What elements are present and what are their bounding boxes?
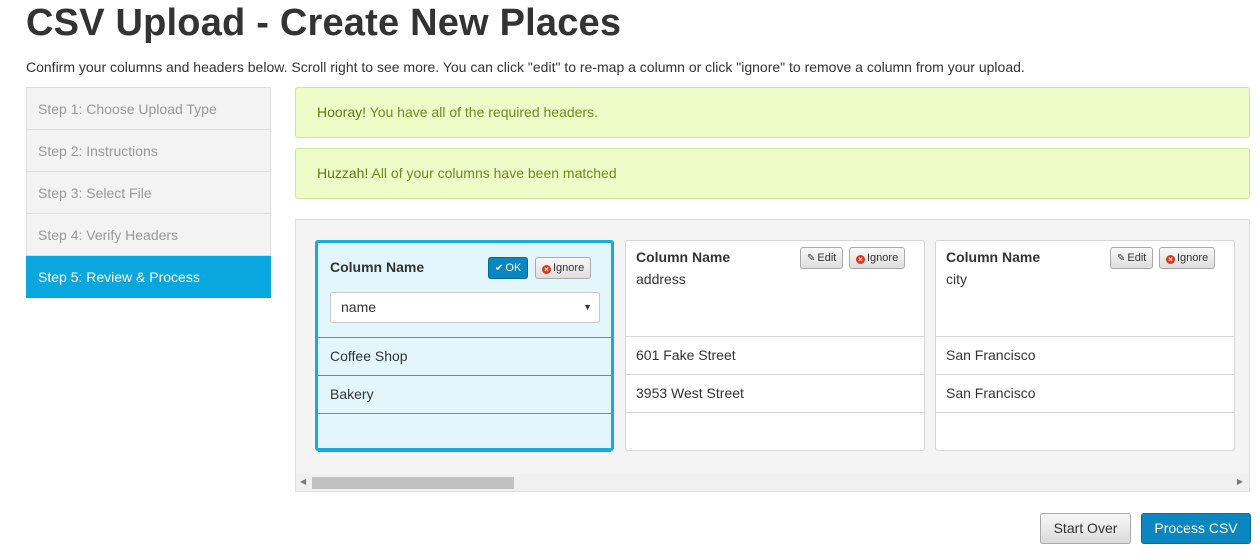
start-over-button[interactable]: Start Over — [1040, 513, 1131, 544]
check-icon: ✔ — [495, 263, 504, 274]
pencil-icon: ✎ — [1117, 253, 1126, 264]
column-title: Column Name — [636, 249, 731, 265]
ignore-label: Ignore — [867, 252, 899, 264]
edit-label: Edit — [817, 252, 837, 264]
column-title: Column Name — [946, 249, 1041, 265]
sidebar-step-4[interactable]: Step 4: Verify Headers — [26, 214, 271, 256]
select-value: name — [341, 299, 377, 315]
sidebar-step-5[interactable]: Step 5: Review & Process — [26, 256, 271, 298]
ignore-label: Ignore — [553, 262, 585, 274]
horizontal-scrollbar[interactable]: ◀ ▶ — [296, 474, 1249, 491]
table-cell: Bakery — [318, 376, 611, 414]
scroll-left-arrow-icon[interactable]: ◀ — [300, 477, 306, 486]
caret-down-icon: ▼ — [583, 302, 592, 312]
alert-columns-matched: Huzzah! All of your columns have been ma… — [295, 148, 1250, 199]
ok-label: OK — [505, 262, 522, 274]
column-card-selected: Column Name ✔ OK × Ignore name ▼ Coffee Sh… — [315, 240, 614, 452]
steps-sidebar: Step 1: Choose Upload Type Step 2: Instr… — [26, 87, 271, 298]
alert-strong: Hooray! — [317, 104, 367, 120]
table-cell — [936, 413, 1234, 451]
column-field-name: city — [946, 271, 967, 287]
column-title: Column Name — [330, 259, 425, 275]
alert-text: All of your columns have been matched — [368, 165, 617, 181]
pencil-icon: ✎ — [807, 253, 816, 264]
column-card-address: Column Name address ✎ Edit × Ignore 601 Fa… — [625, 240, 925, 451]
alert-text: You have all of the required headers. — [366, 104, 598, 120]
table-cell — [318, 414, 611, 452]
ignore-button[interactable]: × Ignore — [1159, 247, 1216, 269]
alert-required-headers: Hooray! You have all of the required hea… — [295, 87, 1250, 138]
process-csv-button[interactable]: Process CSV — [1141, 513, 1251, 544]
ignore-button[interactable]: × Ignore — [535, 257, 592, 279]
ignore-button[interactable]: × Ignore — [849, 247, 906, 269]
table-cell: San Francisco — [936, 375, 1234, 413]
column-header: Column Name city ✎ Edit × Ignore — [936, 241, 1234, 337]
table-cell: Coffee Shop — [318, 338, 611, 376]
close-circle-icon: × — [856, 255, 865, 264]
table-cell: 601 Fake Street — [626, 337, 924, 375]
table-cell — [626, 413, 924, 451]
column-field-name: address — [636, 271, 686, 287]
column-header: Column Name address ✎ Edit × Ignore — [626, 241, 924, 337]
close-circle-icon: × — [1166, 255, 1175, 264]
close-circle-icon: × — [542, 265, 551, 274]
page-subtitle: Confirm your columns and headers below. … — [26, 59, 1025, 75]
table-cell: 3953 West Street — [626, 375, 924, 413]
sidebar-step-3[interactable]: Step 3: Select File — [26, 172, 271, 214]
ok-button[interactable]: ✔ OK — [488, 257, 529, 279]
alert-strong: Huzzah! — [317, 165, 369, 181]
page-title: CSV Upload - Create New Places — [26, 2, 622, 44]
scroll-right-arrow-icon[interactable]: ▶ — [1237, 477, 1243, 486]
column-card-city: Column Name city ✎ Edit × Ignore San Franc… — [935, 240, 1235, 451]
table-cell: San Francisco — [936, 337, 1234, 375]
edit-label: Edit — [1127, 252, 1147, 264]
column-mapping-select[interactable]: name ▼ — [330, 292, 600, 323]
column-header: Column Name ✔ OK × Ignore name ▼ — [318, 243, 611, 338]
sidebar-step-2[interactable]: Step 2: Instructions — [26, 130, 271, 172]
edit-button[interactable]: ✎ Edit — [800, 247, 844, 269]
edit-button[interactable]: ✎ Edit — [1110, 247, 1154, 269]
columns-panel: Column Name ✔ OK × Ignore name ▼ Coffee Sh… — [295, 219, 1250, 492]
ignore-label: Ignore — [1177, 252, 1209, 264]
scrollbar-thumb[interactable] — [312, 477, 514, 489]
sidebar-step-1[interactable]: Step 1: Choose Upload Type — [26, 87, 271, 130]
